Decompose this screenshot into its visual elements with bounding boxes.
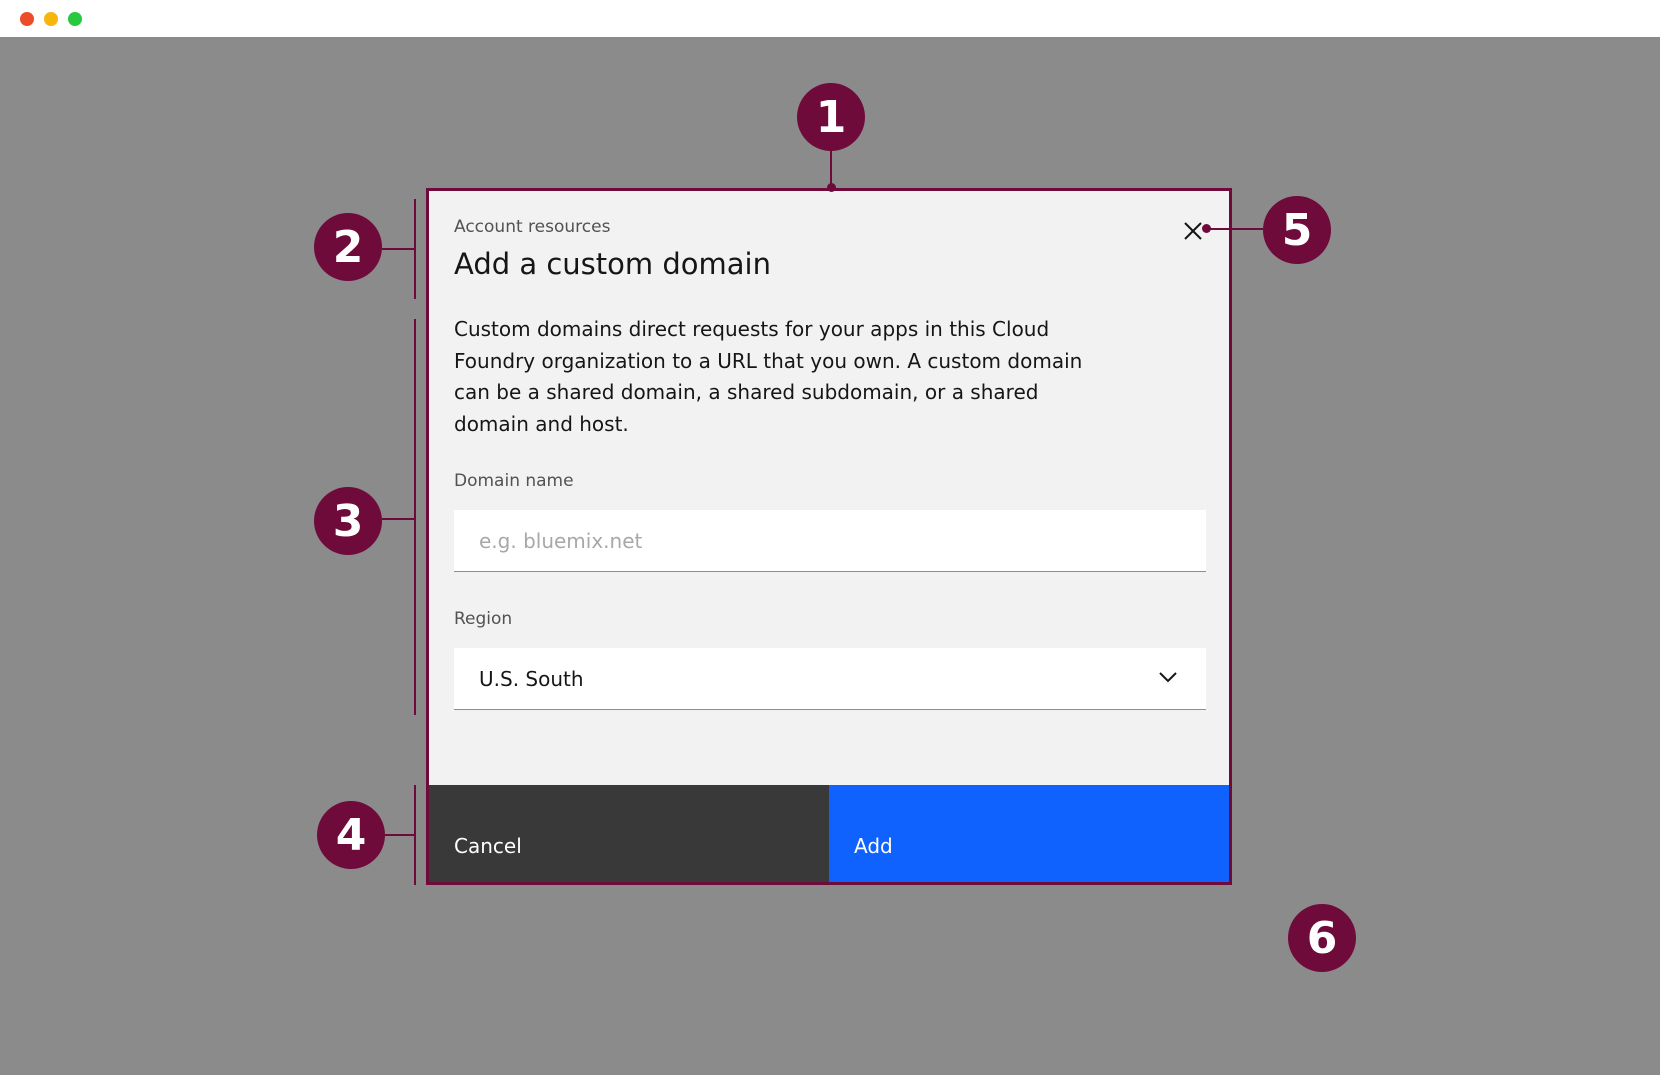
chevron-down-icon <box>1159 672 1177 683</box>
region-label: Region <box>454 609 513 629</box>
window-close-control[interactable] <box>20 12 34 26</box>
annotation-marker-2: 2 <box>314 213 382 281</box>
annotation-connector-4 <box>385 834 414 836</box>
modal-body-text: Custom domains direct requests for your … <box>454 317 1083 436</box>
modal-dialog: Account resources Add a custom domain Cu… <box>426 188 1232 885</box>
modal-title: Add a custom domain <box>454 247 771 281</box>
domain-name-input[interactable] <box>454 510 1206 572</box>
app-window: Account resources Add a custom domain Cu… <box>0 0 1660 1075</box>
annotation-connector-1 <box>830 150 832 187</box>
modal-footer: Cancel Add <box>429 785 1229 882</box>
region-select[interactable]: U.S. South <box>454 648 1206 710</box>
annotation-marker-1: 1 <box>797 83 865 151</box>
annotation-marker-4: 4 <box>317 801 385 869</box>
window-maximize-control[interactable] <box>68 12 82 26</box>
window-minimize-control[interactable] <box>44 12 58 26</box>
annotation-marker-6: 6 <box>1288 904 1356 972</box>
annotation-connector-3 <box>382 518 414 520</box>
annotation-connector-5 <box>1206 228 1263 230</box>
modal-label: Account resources <box>454 217 611 237</box>
window-titlebar <box>0 0 1660 37</box>
annotation-marker-3: 3 <box>314 487 382 555</box>
annotation-bracket-4 <box>414 785 416 885</box>
annotation-pin-5 <box>1202 224 1211 233</box>
annotation-connector-2 <box>382 248 414 250</box>
annotation-marker-5: 5 <box>1263 196 1331 264</box>
cancel-button[interactable]: Cancel <box>429 785 829 882</box>
annotation-pin-1 <box>827 183 836 192</box>
annotation-bracket-2 <box>414 199 416 299</box>
region-select-value: U.S. South <box>479 667 584 691</box>
annotation-bracket-3 <box>414 319 416 715</box>
domain-name-label: Domain name <box>454 471 574 491</box>
add-button[interactable]: Add <box>829 785 1229 882</box>
